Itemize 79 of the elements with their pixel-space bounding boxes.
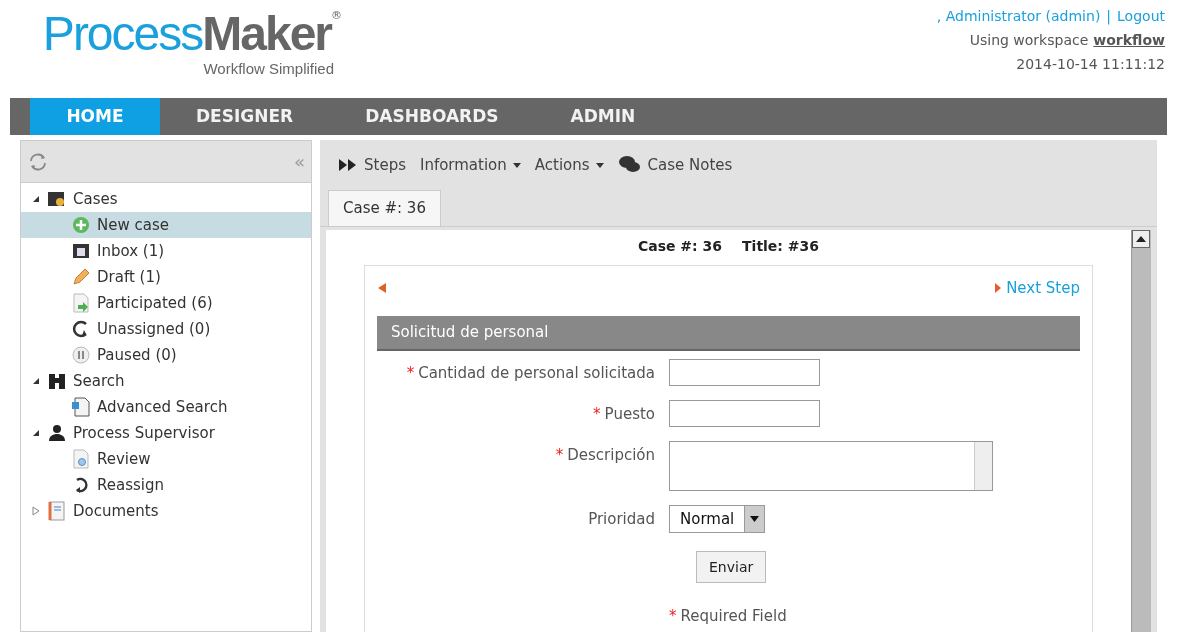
tree-label: Process Supervisor [73, 422, 215, 444]
tree-item[interactable]: Advanced Search [21, 394, 311, 420]
nav-tab[interactable]: ADMIN [534, 98, 672, 135]
tree-label: Search [73, 370, 125, 392]
toolbar-button[interactable]: Information [419, 153, 521, 177]
pencil-icon [71, 267, 91, 287]
required-note: * Required Field [669, 607, 787, 625]
section-header: Solicitud de personal [377, 316, 1080, 351]
case-number: Case #: 36 [637, 237, 723, 256]
tree-item[interactable]: Paused (0) [21, 342, 311, 368]
tree-label: Unassigned (0) [97, 318, 211, 340]
tree-label: Inbox (1) [97, 240, 165, 262]
tree-item[interactable]: Documents [21, 498, 311, 524]
tree-label: Reassign [97, 474, 164, 496]
case-title: Title: #36 [742, 237, 820, 256]
field-label: * Cantidad de personal solicitada [405, 363, 655, 384]
fast-forward-icon [338, 158, 358, 172]
nav-tab[interactable]: DASHBOARDS [329, 98, 535, 135]
tree-label: Cases [73, 188, 118, 210]
refresh-icon[interactable] [27, 151, 49, 172]
document-icon [71, 449, 91, 469]
separator: | [1106, 7, 1112, 27]
tree-item[interactable]: New case [21, 212, 311, 238]
priority-select[interactable]: Normal [669, 505, 766, 533]
person-icon [47, 423, 67, 443]
case-tab[interactable]: Case #: 36 [328, 190, 441, 226]
caret-icon [595, 162, 604, 168]
nav-tab[interactable]: DESIGNER [160, 98, 330, 135]
toolbar-button[interactable]: Actions [534, 153, 604, 177]
scroll-up-icon[interactable] [1132, 230, 1150, 248]
field-label: Prioridad [587, 509, 655, 530]
workspace-label: Using workspace [969, 31, 1089, 50]
field-label: * Puesto [592, 404, 655, 425]
collapsed-caret-icon[interactable] [31, 506, 41, 516]
toolbar-button[interactable]: Steps [338, 153, 406, 177]
tree-label: Review [97, 448, 151, 470]
expanded-caret-icon[interactable] [31, 194, 41, 204]
tree-item[interactable]: Draft (1) [21, 264, 311, 290]
workspace-link[interactable]: workflow [1093, 28, 1165, 52]
tree-item[interactable]: Review [21, 446, 311, 472]
registered-mark: ® [331, 10, 342, 21]
tree-label: Paused (0) [97, 344, 177, 366]
logo-wordmark: ProcessMaker [42, 10, 331, 58]
folder-icon [47, 189, 67, 209]
expanded-caret-icon[interactable] [31, 428, 41, 438]
toolbar-button[interactable]: Case Notes [617, 153, 733, 177]
field-label: * Descripción [554, 445, 655, 466]
tree-item[interactable]: Cases [21, 186, 311, 212]
inbox-icon [71, 241, 91, 261]
notebook-icon [47, 501, 67, 521]
plus-icon [71, 215, 91, 235]
tree-label: Participated (6) [97, 292, 213, 314]
tree-item[interactable]: Search [21, 368, 311, 394]
pause-icon [71, 345, 91, 365]
tree-label: New case [97, 214, 169, 236]
chat-bubbles-icon [617, 155, 642, 175]
tree-item[interactable]: Process Supervisor [21, 420, 311, 446]
caret-icon [512, 162, 521, 168]
logo-tagline: Workflow Simplified [203, 59, 334, 79]
tree-label: Draft (1) [97, 266, 161, 288]
tree-item[interactable]: Reassign [21, 472, 311, 498]
submit-button[interactable]: Enviar [696, 551, 767, 583]
tree-item[interactable]: Unassigned (0) [21, 316, 311, 342]
previous-step-icon[interactable] [377, 282, 387, 294]
text-field[interactable] [669, 359, 820, 386]
scroll-bar[interactable] [974, 442, 992, 490]
text-area[interactable] [669, 441, 993, 491]
document-icon [71, 397, 91, 417]
tree-label: Advanced Search [97, 396, 228, 418]
tree-item[interactable]: Participated (6) [21, 290, 311, 316]
tree-item[interactable]: Inbox (1) [21, 238, 311, 264]
next-step-icon [994, 282, 1003, 294]
text-field[interactable] [669, 400, 820, 427]
date-time: 2014-10-14 11:11:12 [1016, 55, 1165, 74]
dropdown-caret-icon [750, 516, 760, 522]
tree-label: Documents [73, 500, 159, 522]
document-icon [71, 293, 91, 313]
expanded-caret-icon[interactable] [31, 376, 41, 386]
scroll-bar[interactable] [1131, 230, 1151, 632]
